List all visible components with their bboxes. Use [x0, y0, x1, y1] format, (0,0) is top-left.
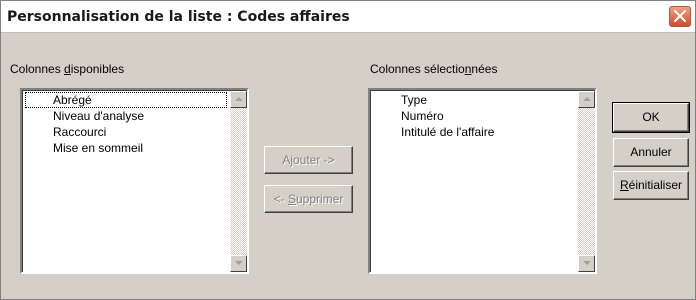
scroll-down-button[interactable]	[230, 255, 247, 272]
scroll-down-icon	[583, 261, 591, 265]
remove-button[interactable]: <- Supprimer	[264, 185, 353, 213]
available-columns-label: Colonnes disponibles	[10, 62, 125, 76]
selected-columns-list[interactable]: Type Numéro Intitulé de l'affaire	[368, 88, 597, 274]
customize-list-dialog: Personnalisation de la liste : Codes aff…	[0, 0, 696, 300]
add-button[interactable]: Ajouter ->	[264, 146, 353, 174]
available-items: Abrégé Niveau d'analyse Raccourci Mise e…	[25, 92, 227, 156]
selected-scrollbar[interactable]	[578, 91, 595, 272]
selected-columns-label: Colonnes sélectionnées	[370, 62, 498, 76]
selected-items: Type Numéro Intitulé de l'affaire	[373, 92, 575, 140]
list-item[interactable]: Mise en sommeil	[25, 140, 227, 156]
scroll-up-icon	[235, 97, 243, 101]
ok-button[interactable]: OK	[612, 102, 690, 133]
title-bar: Personnalisation de la liste : Codes aff…	[1, 1, 695, 33]
scroll-down-button[interactable]	[578, 255, 595, 272]
list-item[interactable]: Intitulé de l'affaire	[373, 124, 575, 140]
cancel-button[interactable]: Annuler	[613, 138, 689, 167]
close-icon	[674, 10, 686, 22]
scroll-down-icon	[235, 261, 243, 265]
available-columns-list[interactable]: Abrégé Niveau d'analyse Raccourci Mise e…	[20, 88, 249, 274]
close-button[interactable]	[669, 6, 691, 27]
scroll-up-button[interactable]	[230, 91, 247, 108]
scroll-up-button[interactable]	[578, 91, 595, 108]
list-item[interactable]: Type	[373, 92, 575, 108]
available-scrollbar[interactable]	[230, 91, 247, 272]
list-item[interactable]: Raccourci	[25, 124, 227, 140]
dialog-title: Personnalisation de la liste : Codes aff…	[7, 9, 350, 25]
list-item[interactable]: Abrégé	[25, 92, 227, 108]
list-item[interactable]: Niveau d'analyse	[25, 108, 227, 124]
list-item[interactable]: Numéro	[373, 108, 575, 124]
reset-button[interactable]: Réinitialiser	[613, 171, 689, 200]
scroll-up-icon	[583, 97, 591, 101]
